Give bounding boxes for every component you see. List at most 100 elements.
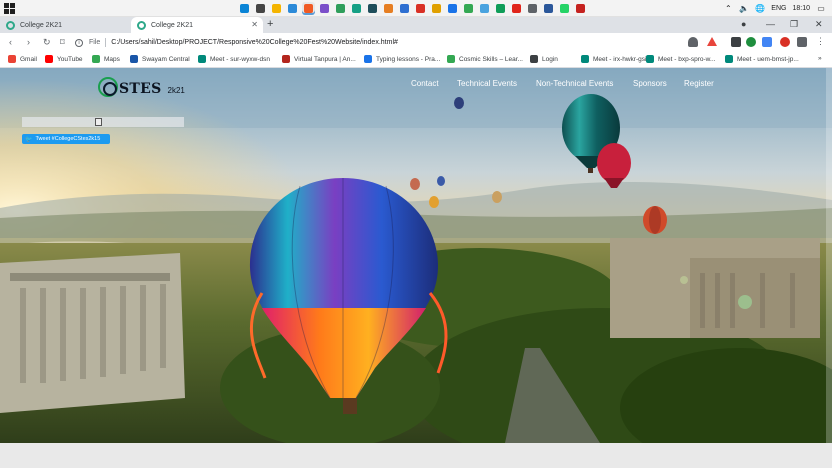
- folder-icon[interactable]: [270, 2, 283, 15]
- taskbar-apps: [238, 2, 587, 15]
- brave-icon[interactable]: [302, 2, 315, 15]
- site-logo[interactable]: STES 2k21: [98, 73, 185, 97]
- app-teal-icon[interactable]: [350, 2, 363, 15]
- word-icon[interactable]: [542, 2, 555, 15]
- rewards-icon[interactable]: [707, 37, 717, 46]
- folder-icon-glyph: [272, 4, 281, 13]
- logo-c-icon: [98, 77, 118, 97]
- extension-dark-icon[interactable]: [731, 37, 741, 47]
- tweet-button-label: Tweet #CollegeCStes2k15: [35, 136, 101, 142]
- close-window-button[interactable]: ✕: [815, 19, 823, 30]
- tweet-button[interactable]: 🐦 Tweet #CollegeCStes2k15: [22, 134, 110, 144]
- bookmark-item[interactable]: YouTube: [45, 55, 83, 63]
- app-red-icon[interactable]: [414, 2, 427, 15]
- tab-title: College 2K21: [151, 21, 194, 29]
- app-dark-icon[interactable]: [366, 2, 379, 15]
- extension-green-icon[interactable]: [746, 37, 756, 47]
- extension-red-icon[interactable]: [780, 37, 790, 47]
- bookmark-icon[interactable]: ⌑: [60, 37, 65, 48]
- bookmark-label: Cosmic Skills – Lear...: [459, 55, 523, 63]
- app-lightblue-icon[interactable]: [478, 2, 491, 15]
- maximize-button[interactable]: ❐: [790, 19, 798, 30]
- site-info-icon[interactable]: i: [75, 38, 83, 47]
- browser-toolbar: ‹ › ↻ ⌑ i File C:/Users/sahil/Desktop/PR…: [0, 33, 832, 52]
- close-tab-icon[interactable]: ✕: [251, 20, 258, 29]
- notification-icon[interactable]: ▭: [816, 4, 826, 14]
- bookmark-label: Meet - sur-wyxw-dsn: [210, 55, 270, 63]
- site-favicon-icon: [137, 20, 146, 30]
- bookmark-item[interactable]: Meet - sur-wyxw-dsn: [198, 55, 270, 63]
- bookmark-item[interactable]: Virtual Tanpura | An...: [282, 55, 356, 63]
- chrome-icon[interactable]: [462, 2, 475, 15]
- onedrive-icon[interactable]: [446, 2, 459, 15]
- app-lightblue-icon-glyph: [480, 4, 489, 13]
- windows-start-icon[interactable]: [4, 3, 15, 14]
- logo-year: 2k21: [167, 86, 185, 95]
- language-indicator[interactable]: ENG: [771, 5, 786, 12]
- back-icon[interactable]: ‹: [9, 37, 12, 47]
- bookmark-item[interactable]: Meet - uem-bmst-jp...: [725, 55, 799, 63]
- forward-icon[interactable]: ›: [27, 37, 30, 47]
- profile-icon[interactable]: ●: [741, 19, 746, 29]
- app-green2-icon[interactable]: [494, 2, 507, 15]
- meet-icon: [198, 55, 206, 63]
- new-tab-button[interactable]: +: [267, 18, 273, 30]
- bookmarks-overflow-icon[interactable]: »: [818, 55, 822, 62]
- app-orange-icon[interactable]: [382, 2, 395, 15]
- bookmark-label: Typing lessons - Pra...: [376, 55, 441, 63]
- app-green-icon[interactable]: [334, 2, 347, 15]
- youtube-icon: [45, 55, 53, 63]
- nav-link-technical-events[interactable]: Technical Events: [457, 79, 517, 88]
- extensions-puzzle-icon[interactable]: [797, 37, 807, 47]
- vscode-icon[interactable]: [286, 2, 299, 15]
- volume-icon[interactable]: 🔈: [739, 4, 749, 14]
- minimize-button[interactable]: —: [766, 19, 775, 29]
- edge-icon[interactable]: [238, 2, 251, 15]
- nav-link-sponsors[interactable]: Sponsors: [633, 79, 667, 88]
- broken-image-icon: [95, 118, 102, 126]
- app-purple-icon[interactable]: [318, 2, 331, 15]
- app-gold-icon-glyph: [432, 4, 441, 13]
- nav-link-register[interactable]: Register: [684, 79, 714, 88]
- bookmark-item[interactable]: Meet - irx-hwkr-gsi: [581, 55, 646, 63]
- reload-icon[interactable]: ↻: [43, 37, 51, 48]
- nav-link-contact[interactable]: Contact: [411, 79, 439, 88]
- tab-title: College 2K21: [20, 21, 63, 29]
- bookmark-item[interactable]: Cosmic Skills – Lear...: [447, 55, 523, 63]
- app-gray-icon[interactable]: [526, 2, 539, 15]
- app-blue-icon[interactable]: [398, 2, 411, 15]
- globe-icon[interactable]: 🌐: [755, 4, 765, 14]
- clock[interactable]: 18:10: [792, 5, 810, 12]
- typing-icon: [364, 55, 372, 63]
- site-favicon-icon: [6, 20, 15, 30]
- chevron-up-icon[interactable]: ⌃: [723, 4, 733, 14]
- opera-icon[interactable]: [510, 2, 523, 15]
- url-text[interactable]: C:/Users/sahil/Desktop/PROJECT/Responsiv…: [111, 39, 398, 46]
- bookmark-item[interactable]: Meet - bxp-spro-w...: [646, 55, 715, 63]
- extension-blue-icon[interactable]: [762, 37, 772, 47]
- whatsapp-icon[interactable]: [558, 2, 571, 15]
- app-gold-icon[interactable]: [430, 2, 443, 15]
- app-red2-icon[interactable]: [574, 2, 587, 15]
- app-dark-icon-glyph: [368, 4, 377, 13]
- tab-active[interactable]: College 2K21 ✕: [131, 17, 263, 33]
- bookmark-item[interactable]: Login: [530, 55, 558, 63]
- word-icon-glyph: [544, 4, 553, 13]
- tab-inactive[interactable]: College 2K21: [0, 17, 130, 33]
- menu-kebab-icon[interactable]: ⋮: [816, 36, 825, 47]
- bookmark-item[interactable]: Maps: [92, 55, 120, 63]
- store-icon[interactable]: [254, 2, 267, 15]
- bookmark-item[interactable]: Typing lessons - Pra...: [364, 55, 440, 63]
- vscode-icon-glyph: [288, 4, 297, 13]
- bookmark-item[interactable]: Gmail: [8, 55, 37, 63]
- bookmark-item[interactable]: Swayam Central: [130, 55, 190, 63]
- bookmark-label: Login: [542, 55, 558, 63]
- app-red2-icon-glyph: [576, 4, 585, 13]
- app-green2-icon-glyph: [496, 4, 505, 13]
- site-navbar: STES 2k21 Contact Technical Events Non-T…: [0, 68, 832, 100]
- nav-link-non-technical-events[interactable]: Non-Technical Events: [536, 79, 613, 88]
- page-scrollbar[interactable]: [826, 68, 832, 443]
- system-tray: ⌃ 🔈 🌐 ENG 18:10 ▭: [723, 2, 826, 15]
- brave-shield-icon[interactable]: [688, 37, 698, 47]
- address-bar[interactable]: i File C:/Users/sahil/Desktop/PROJECT/Re…: [75, 35, 675, 50]
